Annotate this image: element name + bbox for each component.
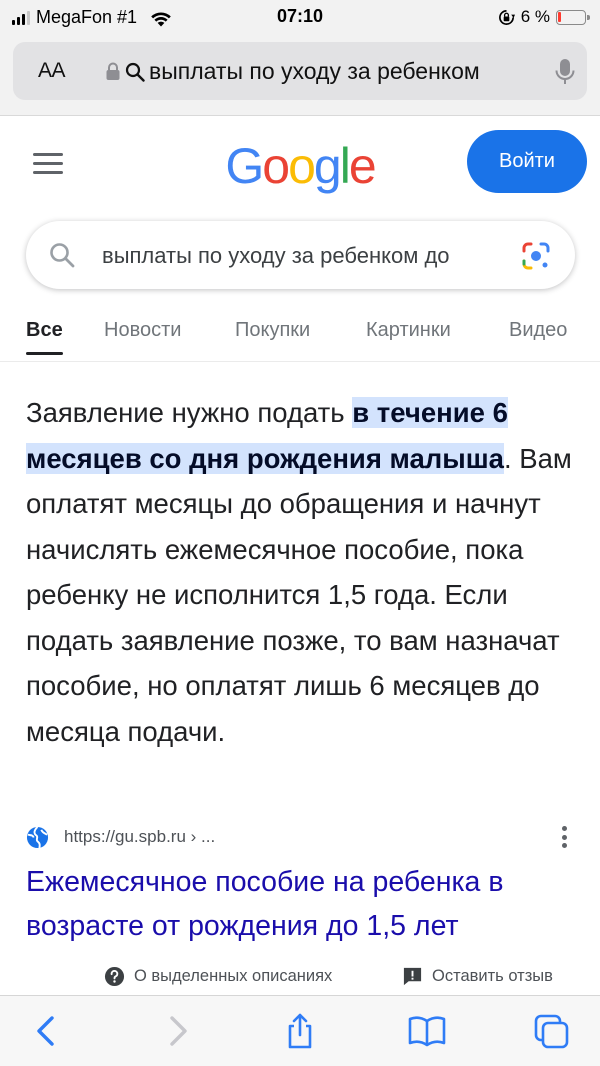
logo-letter: G (225, 138, 264, 194)
orientation-lock-icon (498, 9, 515, 25)
search-box[interactable]: выплаты по уходу за ребенком до (26, 221, 575, 289)
share-button[interactable] (283, 1013, 317, 1049)
feedback-link[interactable]: Оставить отзыв (402, 966, 553, 987)
about-label: О выделенных описаниях (134, 967, 333, 985)
lock-icon (106, 62, 120, 80)
battery-percent: 6 % (520, 7, 550, 26)
aa-label: AA (38, 59, 66, 82)
feedback-label: Оставить отзыв (432, 967, 553, 985)
search-icon (125, 62, 145, 82)
logo-letter: o (288, 138, 316, 194)
logo-letter: g (313, 138, 342, 194)
globe-icon (26, 826, 49, 849)
safari-top-toolbar: AA выплаты по уходу за ребенком (0, 34, 600, 116)
tab-videos[interactable]: Видео (509, 319, 567, 342)
tab-shopping[interactable]: Покупки (235, 319, 310, 342)
snippet-text-end: . Вам оплатят месяцы до обращения и начн… (26, 442, 572, 747)
result-url[interactable]: https://gu.spb.ru › ... (64, 827, 215, 847)
google-lens-icon[interactable] (521, 241, 551, 271)
back-button[interactable] (30, 1013, 64, 1049)
address-bar[interactable]: AA выплаты по уходу за ребенком (13, 42, 587, 100)
search-tabs: Все Новости Покупки Картинки Видео (0, 312, 600, 362)
tabs-button[interactable] (533, 1013, 571, 1049)
help-icon (104, 966, 125, 987)
feedback-icon (403, 967, 422, 986)
result-title-link[interactable]: Ежемесячное пособие на ребенка в возраст… (26, 860, 578, 948)
tab-all[interactable]: Все (26, 319, 63, 355)
forward-button[interactable] (160, 1013, 194, 1049)
safari-bottom-toolbar (0, 995, 600, 1066)
signin-button[interactable]: Войти (467, 130, 587, 193)
logo-letter: l (339, 138, 351, 194)
search-input[interactable]: выплаты по уходу за ребенком до (102, 243, 522, 269)
status-right: 6 % (498, 7, 590, 27)
result-source[interactable]: https://gu.spb.ru › ... (26, 826, 578, 852)
logo-letter: o (262, 138, 290, 194)
bookmarks-button[interactable] (407, 1013, 447, 1049)
tab-news[interactable]: Новости (104, 319, 181, 342)
snippet-text-start: Заявление нужно подать (26, 397, 353, 428)
about-featured-snippets-link[interactable]: О выделенных описаниях (104, 966, 332, 987)
tab-images[interactable]: Картинки (366, 319, 451, 342)
address-text[interactable]: выплаты по уходу за ребенком (149, 58, 535, 85)
logo-letter: e (348, 138, 377, 194)
reader-options-button[interactable]: AA (38, 59, 66, 83)
search-icon[interactable] (48, 241, 76, 269)
more-options-icon[interactable] (562, 826, 568, 848)
status-bar: MegaFon #1 07:10 6 % (0, 0, 600, 34)
snippet-footer: О выделенных описаниях Оставить отзыв (0, 966, 600, 994)
featured-snippet: Заявление нужно подать в течение 6 месяц… (26, 390, 574, 754)
battery-icon (556, 9, 590, 25)
microphone-icon[interactable] (554, 58, 576, 86)
